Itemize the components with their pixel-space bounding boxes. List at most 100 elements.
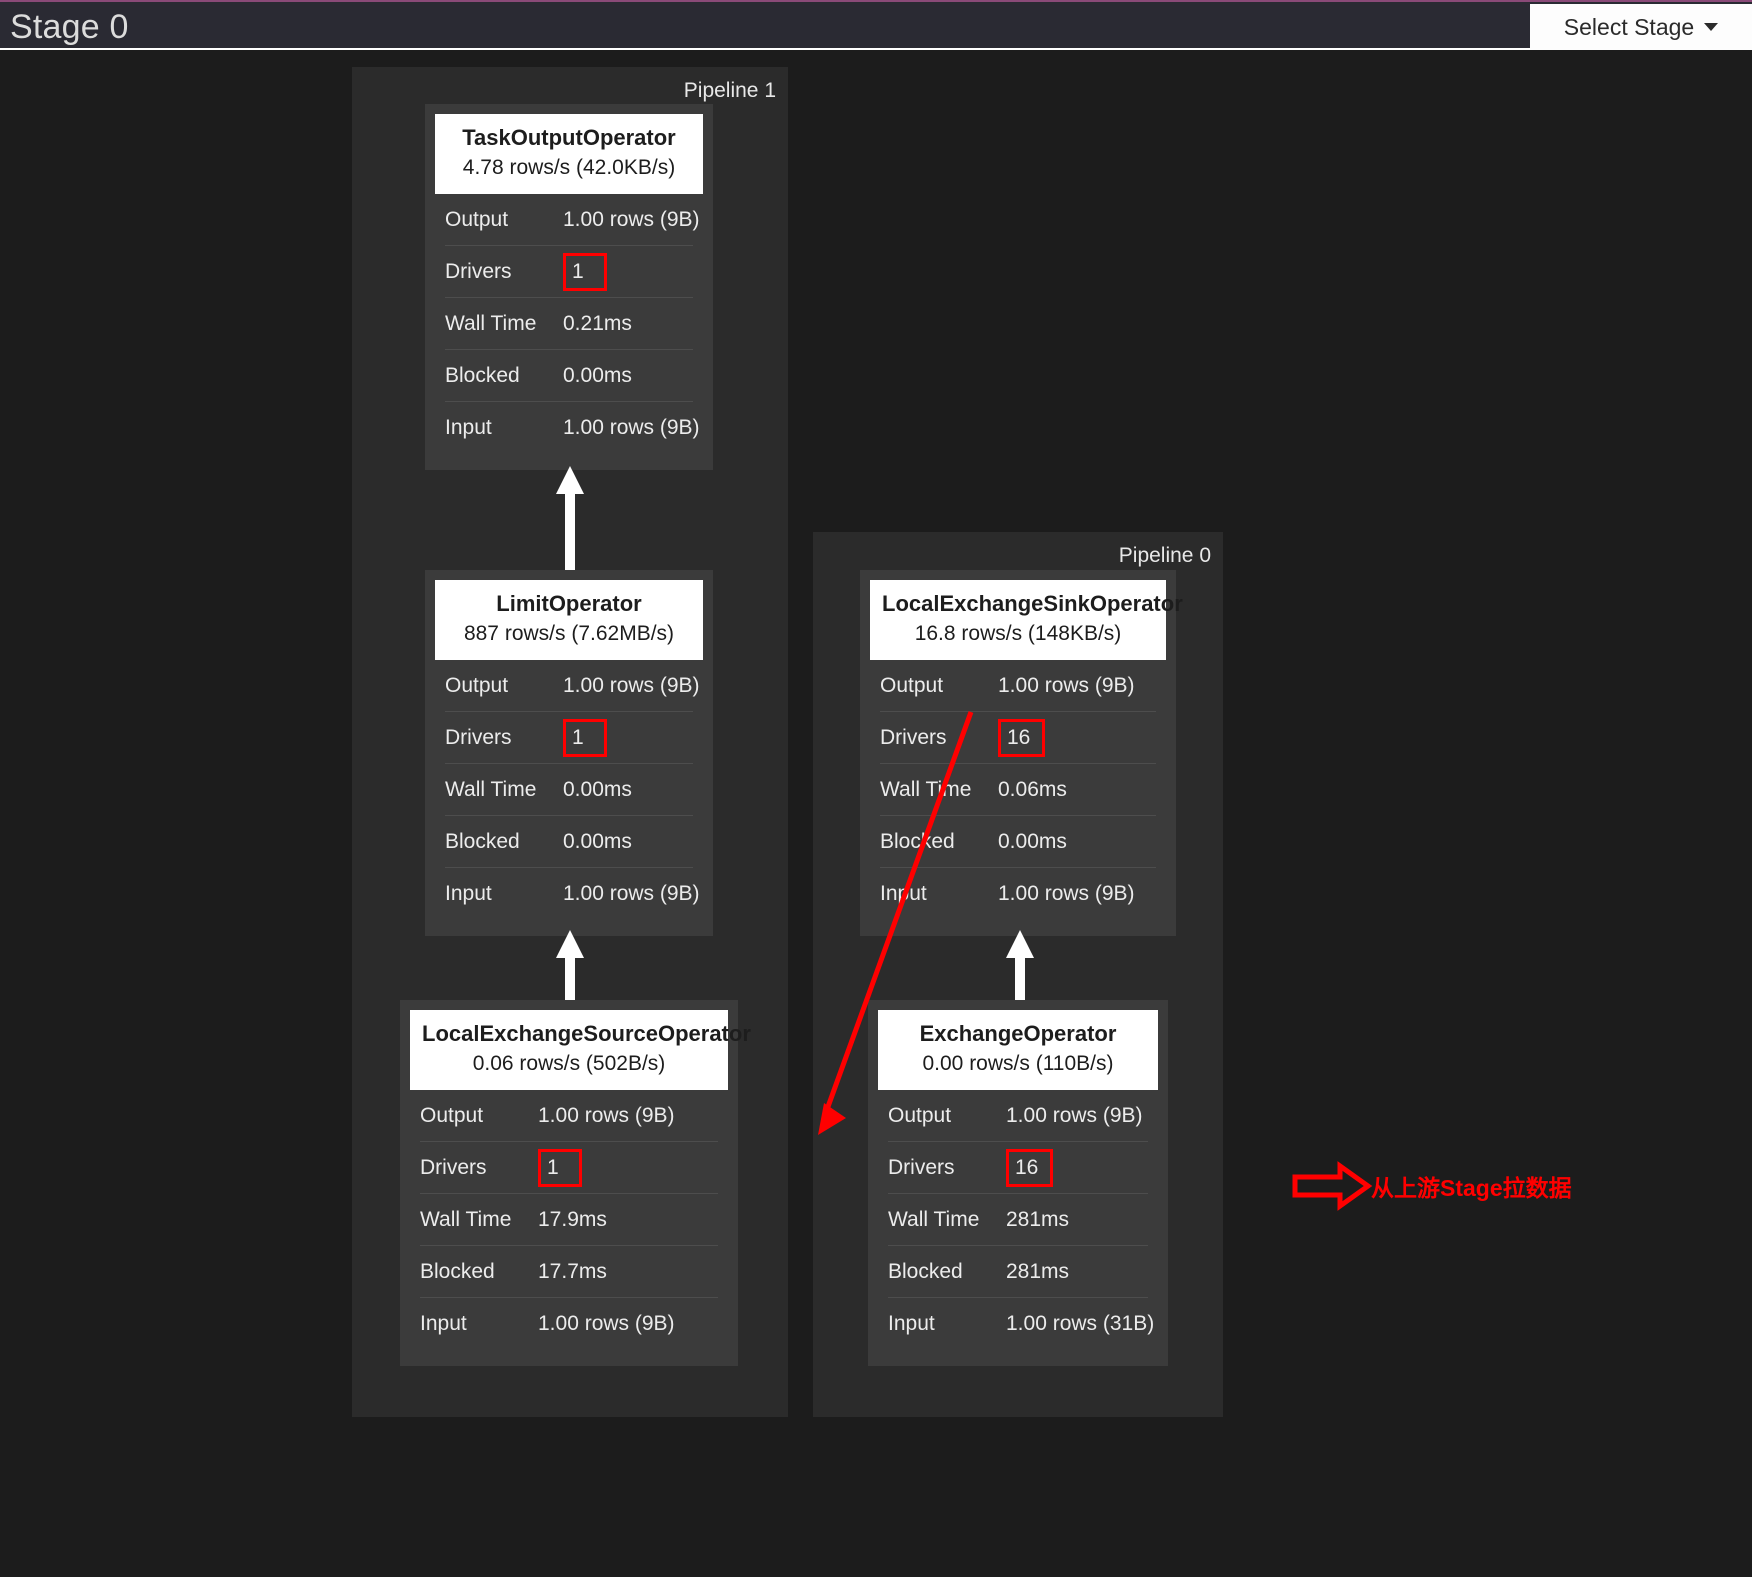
stat-value: 1.00 rows (31B) <box>1006 1312 1155 1335</box>
stat-label: Output <box>445 673 509 697</box>
stat-row-blocked: Blocked 0.00ms <box>880 816 1156 868</box>
stat-label: Drivers <box>888 1155 955 1179</box>
stat-value: 0.21ms <box>563 311 632 335</box>
flow-arrow-exchange-to-localexchangesink <box>1006 930 1034 1002</box>
stat-value: 1.00 rows (9B) <box>563 673 700 697</box>
stat-label: Blocked <box>445 363 520 387</box>
stat-label: Output <box>880 673 944 697</box>
stat-value: 1.00 rows (9B) <box>563 416 700 439</box>
stat-label: Blocked <box>888 1259 963 1283</box>
top-navbar: Stage 0 Select Stage <box>0 0 1752 50</box>
operator-title: ExchangeOperator <box>919 1021 1117 1046</box>
operator-rate: 0.00 rows/s (110B/s) <box>922 1052 1114 1075</box>
stat-label: Input <box>888 1312 935 1335</box>
operator-rate: 4.78 rows/s (42.0KB/s) <box>462 156 676 179</box>
stat-row-output: Output 1.00 rows (9B) <box>445 194 700 246</box>
stat-label: Drivers <box>420 1155 487 1179</box>
stat-row-drivers: Drivers 16 <box>880 712 1156 764</box>
stat-label: Output <box>445 207 509 231</box>
stat-row-blocked: Blocked 17.7ms <box>420 1246 718 1298</box>
stat-value: 0.00ms <box>998 829 1067 853</box>
operator-header: LocalExchangeSourceOperator 0.06 rows/s … <box>410 1010 751 1090</box>
operator-rate: 887 rows/s (7.62MB/s) <box>463 622 675 645</box>
stat-row-wall-time: Wall Time 0.00ms <box>445 764 693 816</box>
pipeline-label: Pipeline 1 <box>683 79 776 102</box>
operator-stats: Output 1.00 rows (9B) Drivers 1 Wall Tim… <box>435 194 703 454</box>
stat-label: Input <box>445 416 492 439</box>
stat-label: Wall Time <box>888 1207 980 1231</box>
operator-node-taskoutputoperator[interactable]: TaskOutputOperator 4.78 rows/s (42.0KB/s… <box>425 104 713 470</box>
stat-row-output: Output 1.00 rows (9B) <box>880 660 1156 712</box>
stat-value: 0.00ms <box>563 829 632 853</box>
operator-title: LimitOperator <box>496 591 642 616</box>
stat-value: 0.06ms <box>998 777 1067 801</box>
stat-label: Wall Time <box>445 777 537 801</box>
stat-row-blocked: Blocked 281ms <box>888 1246 1148 1298</box>
stat-label: Drivers <box>445 725 512 749</box>
stat-row-drivers: Drivers 1 <box>445 712 693 764</box>
stat-value: 1.00 rows (9B) <box>998 673 1135 697</box>
stage-graph-canvas: Pipeline 1 TaskOutputOperator 4.78 rows/… <box>0 52 1752 1577</box>
stat-row-wall-time: Wall Time 0.21ms <box>445 298 693 350</box>
stat-row-output: Output 1.00 rows (9B) <box>445 660 700 712</box>
stat-label: Blocked <box>420 1259 495 1283</box>
stat-label: Wall Time <box>445 311 537 335</box>
stat-label: Drivers <box>445 259 512 283</box>
stat-label: Drivers <box>880 725 947 749</box>
select-stage-label: Select Stage <box>1563 14 1695 40</box>
stat-value-highlighted: 1 <box>538 1148 582 1187</box>
stat-label: Output <box>888 1103 952 1127</box>
stat-label: Blocked <box>880 829 955 853</box>
operator-header: LimitOperator 887 rows/s (7.62MB/s) <box>435 580 703 660</box>
operator-title: LocalExchangeSinkOperator <box>882 591 1183 616</box>
stat-row-blocked: Blocked 0.00ms <box>445 816 693 868</box>
stat-row-drivers: Drivers 1 <box>445 246 693 298</box>
operator-node-limitoperator[interactable]: LimitOperator 887 rows/s (7.62MB/s) Outp… <box>425 570 713 936</box>
stat-row-output: Output 1.00 rows (9B) <box>420 1090 718 1142</box>
stat-label: Output <box>420 1103 484 1127</box>
operator-header: ExchangeOperator 0.00 rows/s (110B/s) <box>878 1010 1158 1090</box>
stat-row-drivers: Drivers 1 <box>420 1142 718 1194</box>
operator-header: LocalExchangeSinkOperator 16.8 rows/s (1… <box>870 580 1183 660</box>
stat-value-highlighted: 1 <box>563 718 607 757</box>
operator-stats: Output 1.00 rows (9B) Drivers 16 Wall Ti… <box>870 660 1166 920</box>
stat-value: 1.00 rows (9B) <box>563 882 700 905</box>
stat-value: 17.7ms <box>538 1259 607 1283</box>
stat-row-wall-time: Wall Time 281ms <box>888 1194 1148 1246</box>
stat-row-blocked: Blocked 0.00ms <box>445 350 693 402</box>
operator-node-localexchangesourceoperator[interactable]: LocalExchangeSourceOperator 0.06 rows/s … <box>400 1000 751 1366</box>
stat-row-input: Input 1.00 rows (31B) <box>888 1298 1154 1350</box>
pipeline-label: Pipeline 0 <box>1118 544 1211 567</box>
stat-row-output: Output 1.00 rows (9B) <box>888 1090 1148 1142</box>
operator-stats: Output 1.00 rows (9B) Drivers 16 Wall Ti… <box>878 1090 1158 1350</box>
operator-title: LocalExchangeSourceOperator <box>422 1021 751 1046</box>
chevron-down-icon <box>1704 22 1719 31</box>
operator-rate: 16.8 rows/s (148KB/s) <box>914 622 1122 645</box>
stat-row-input: Input 1.00 rows (9B) <box>445 868 700 920</box>
stat-label: Wall Time <box>880 777 972 801</box>
stat-value: 1.00 rows (9B) <box>538 1312 675 1335</box>
stat-row-drivers: Drivers 16 <box>888 1142 1148 1194</box>
operator-title: TaskOutputOperator <box>462 125 676 150</box>
annotation-label-upstream-pull: 从上游Stage拉数据 <box>1371 1175 1572 1201</box>
stat-label: Input <box>880 882 927 905</box>
stat-value: 281ms <box>1006 1207 1070 1231</box>
stat-label: Wall Time <box>420 1207 512 1231</box>
stat-row-input: Input 1.00 rows (9B) <box>880 868 1156 920</box>
flow-arrow-localexchangesource-to-limit <box>556 930 584 1002</box>
stat-label: Blocked <box>445 829 520 853</box>
stat-row-wall-time: Wall Time 17.9ms <box>420 1194 718 1246</box>
operator-node-exchangeoperator[interactable]: ExchangeOperator 0.00 rows/s (110B/s) Ou… <box>868 1000 1168 1366</box>
stat-label: Input <box>420 1312 467 1335</box>
stat-row-wall-time: Wall Time 0.06ms <box>880 764 1156 816</box>
operator-stats: Output 1.00 rows (9B) Drivers 1 Wall Tim… <box>435 660 703 920</box>
stat-value: 281ms <box>1006 1259 1070 1283</box>
operator-node-localexchangesinkoperator[interactable]: LocalExchangeSinkOperator 16.8 rows/s (1… <box>860 570 1183 936</box>
stat-value: 17.9ms <box>538 1207 607 1231</box>
operator-header: TaskOutputOperator 4.78 rows/s (42.0KB/s… <box>435 114 703 194</box>
stat-value: 0.00ms <box>563 363 632 387</box>
operator-rate: 0.06 rows/s (502B/s) <box>472 1052 666 1075</box>
select-stage-button[interactable]: Select Stage <box>1530 4 1752 50</box>
flow-arrow-limit-to-taskoutput <box>556 466 584 571</box>
stat-value-highlighted: 1 <box>563 252 607 291</box>
